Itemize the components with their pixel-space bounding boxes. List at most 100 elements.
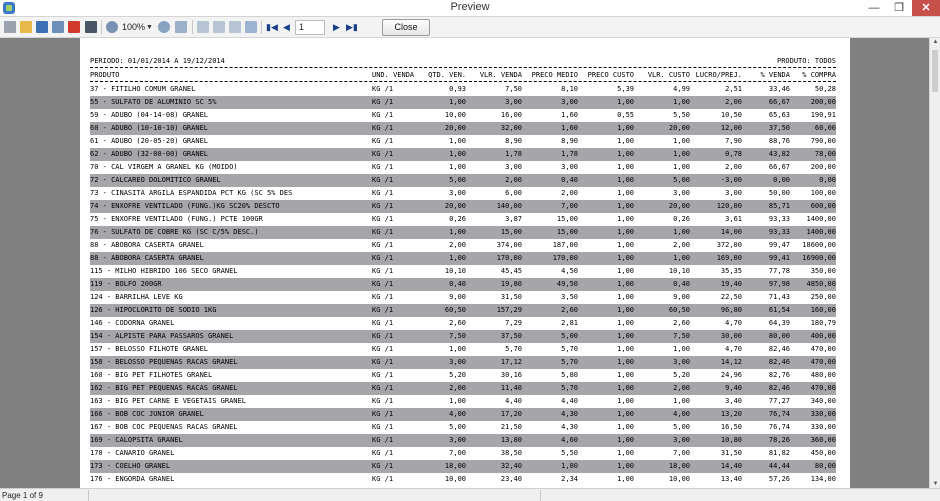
cell-lucro: 2,00 bbox=[725, 163, 742, 171]
cell-lucro: 7,90 bbox=[725, 137, 742, 145]
cell-qtd: 18,00 bbox=[444, 462, 466, 470]
cell-lucro: 13,40 bbox=[720, 475, 742, 483]
cell-pct-venda: 64,39 bbox=[768, 319, 790, 327]
table-row: 167 - BOB COC PEQUENAS RACAS GRANEL KG /1… bbox=[90, 421, 836, 434]
cell-preco-custo: 1,00 bbox=[617, 358, 634, 366]
cell-lucro: -3,00 bbox=[720, 176, 742, 184]
edit-icon[interactable] bbox=[245, 21, 257, 33]
single-page-icon[interactable] bbox=[197, 21, 209, 33]
cell-pct-compra: 790,00 bbox=[810, 137, 836, 145]
cell-preco-custo: 1,00 bbox=[617, 98, 634, 106]
cell-pct-compra: 250,00 bbox=[810, 293, 836, 301]
two-page-icon[interactable] bbox=[229, 21, 241, 33]
cell-preco-medio: 5,70 bbox=[561, 345, 578, 353]
cell-produto: 73 - CINASITA ARGILA ESPANDIDA PCT KG (S… bbox=[90, 189, 293, 197]
first-page-icon[interactable]: ▮◀ bbox=[266, 20, 278, 35]
cell-produto: 70 - CAL VIRGEM A GRANEL KG (MOIDO) bbox=[90, 163, 238, 171]
close-button[interactable]: Close bbox=[382, 19, 430, 36]
cell-vlr-venda: 31,50 bbox=[500, 293, 522, 301]
header-rule bbox=[90, 81, 836, 82]
table-row: 158 - BELOSSO PEQUENAS RACAS GRANEL KG /1… bbox=[90, 356, 836, 369]
cell-pct-compra: 134,00 bbox=[810, 475, 836, 483]
cell-preco-custo: 1,00 bbox=[617, 215, 634, 223]
table-row: 75 - ENXOFRE VENTILADO (FUNG.) PCTE 100G… bbox=[90, 213, 836, 226]
cell-qtd: 20,00 bbox=[444, 124, 466, 132]
cell-preco-medio: 2,34 bbox=[561, 475, 578, 483]
table-row: 73 - CINASITA ARGILA ESPANDIDA PCT KG (S… bbox=[90, 187, 836, 200]
cell-vlr-venda: 5,70 bbox=[505, 345, 522, 353]
cell-produto: 62 - ADUBO (32-00-00) GRANEL bbox=[90, 150, 209, 158]
cell-qtd: 10,00 bbox=[444, 475, 466, 483]
scrollbar-thumb[interactable] bbox=[932, 50, 938, 92]
cell-lucro: 12,00 bbox=[720, 124, 742, 132]
cell-lucro: 2,51 bbox=[725, 85, 742, 93]
cell-pct-venda: 44,44 bbox=[768, 462, 790, 470]
col-header-vlr-venda: VLR. VENDA bbox=[479, 71, 522, 79]
preview-area[interactable]: PERIODO: 01/01/2014 A 19/12/2014 PRODUTO… bbox=[0, 38, 940, 488]
page-number-input[interactable]: 1 bbox=[295, 20, 325, 35]
cell-vlr-venda: 45,45 bbox=[500, 267, 522, 275]
title-bar: Preview — ❐ ✕ bbox=[0, 0, 940, 17]
col-header-produto: PRODUTO bbox=[90, 71, 120, 79]
cell-qtd: 1,00 bbox=[449, 98, 466, 106]
table-row: 162 - BIG PET PEQUENAS RACAS GRANEL KG /1… bbox=[90, 382, 836, 395]
cell-lucro: 13,20 bbox=[720, 410, 742, 418]
cell-produto: 173 - COELHO GRANEL bbox=[90, 462, 171, 470]
cell-preco-custo: 1,00 bbox=[617, 384, 634, 392]
cell-produto: 169 - CALOPSITA GRANEL bbox=[90, 436, 183, 444]
cell-preco-custo: 1,00 bbox=[617, 150, 634, 158]
cell-lucro: 19,40 bbox=[720, 280, 742, 288]
cell-pct-compra: 18600,00 bbox=[802, 241, 836, 249]
zoom-icon[interactable] bbox=[106, 21, 118, 33]
cell-lucro: 3,40 bbox=[725, 397, 742, 405]
scroll-up-icon[interactable]: ▲ bbox=[931, 39, 940, 45]
pdf-icon[interactable] bbox=[68, 21, 80, 33]
save-icon[interactable] bbox=[36, 21, 48, 33]
scroll-down-icon[interactable]: ▼ bbox=[931, 481, 940, 487]
cell-preco-medio: 2,60 bbox=[561, 306, 578, 314]
minimize-button[interactable]: — bbox=[861, 0, 887, 16]
next-page-icon[interactable]: ▶ bbox=[333, 20, 340, 35]
multi-page-icon[interactable] bbox=[213, 21, 225, 33]
cell-preco-medio: 1,78 bbox=[561, 150, 578, 158]
cell-preco-medio: 170,00 bbox=[552, 254, 578, 262]
cell-qtd: 2,60 bbox=[449, 319, 466, 327]
open-folder-icon[interactable] bbox=[20, 21, 32, 33]
cell-preco-custo: 1,00 bbox=[617, 280, 634, 288]
cell-lucro: 3,00 bbox=[725, 189, 742, 197]
find-icon[interactable] bbox=[85, 21, 97, 33]
cell-preco-medio: 5,80 bbox=[561, 371, 578, 379]
vertical-scrollbar[interactable]: ▲ ▼ bbox=[929, 38, 940, 488]
table-row: 115 - MILHO HIBRIDO 106 SECO GRANEL KG /1… bbox=[90, 265, 836, 278]
cell-qtd: 1,00 bbox=[449, 397, 466, 405]
chevron-down-icon[interactable]: ▼ bbox=[146, 20, 153, 35]
table-row: 169 - CALOPSITA GRANEL KG /1 3,00 13,80 4,60… bbox=[90, 434, 836, 447]
fit-page-icon[interactable] bbox=[175, 21, 187, 33]
cell-vlr-venda: 17,12 bbox=[500, 358, 522, 366]
prev-page-icon[interactable]: ◀ bbox=[283, 20, 290, 35]
export-icon[interactable] bbox=[52, 21, 64, 33]
cell-pct-compra: 100,00 bbox=[810, 189, 836, 197]
cell-pct-compra: 470,00 bbox=[810, 358, 836, 366]
cell-produto: 160 - BIG PET FILHOTES GRANEL bbox=[90, 371, 213, 379]
col-header-qtd: QTD. VEN. bbox=[428, 71, 466, 79]
cell-pct-compra: 180,79 bbox=[810, 319, 836, 327]
zoom-out-icon[interactable] bbox=[158, 21, 170, 33]
cell-vlr-venda: 3,00 bbox=[505, 98, 522, 106]
cell-pct-compra: 1400,00 bbox=[806, 215, 836, 223]
cell-lucro: 96,80 bbox=[720, 306, 742, 314]
cell-produto: 75 - ENXOFRE VENTILADO (FUNG.) PCTE 100G… bbox=[90, 215, 263, 223]
maximize-button[interactable]: ❐ bbox=[886, 0, 912, 16]
cell-lucro: 24,96 bbox=[720, 371, 742, 379]
cell-produto: 146 - CODORNA GRANEL bbox=[90, 319, 175, 327]
cell-preco-medio: 1,60 bbox=[561, 111, 578, 119]
table-row: 88 - ABOBORA CASERTA GRANEL KG /1 1,00 170,… bbox=[90, 252, 836, 265]
cell-vlr-venda: 3,00 bbox=[505, 163, 522, 171]
cell-vlr-venda: 11,40 bbox=[500, 384, 522, 392]
col-header-preco-custo: PRECO CUSTO bbox=[587, 71, 634, 79]
cell-qtd: 9,00 bbox=[449, 293, 466, 301]
print-icon[interactable] bbox=[4, 21, 16, 33]
last-page-icon[interactable]: ▶▮ bbox=[346, 20, 358, 35]
close-window-button[interactable]: ✕ bbox=[912, 0, 940, 16]
status-divider bbox=[540, 490, 541, 501]
